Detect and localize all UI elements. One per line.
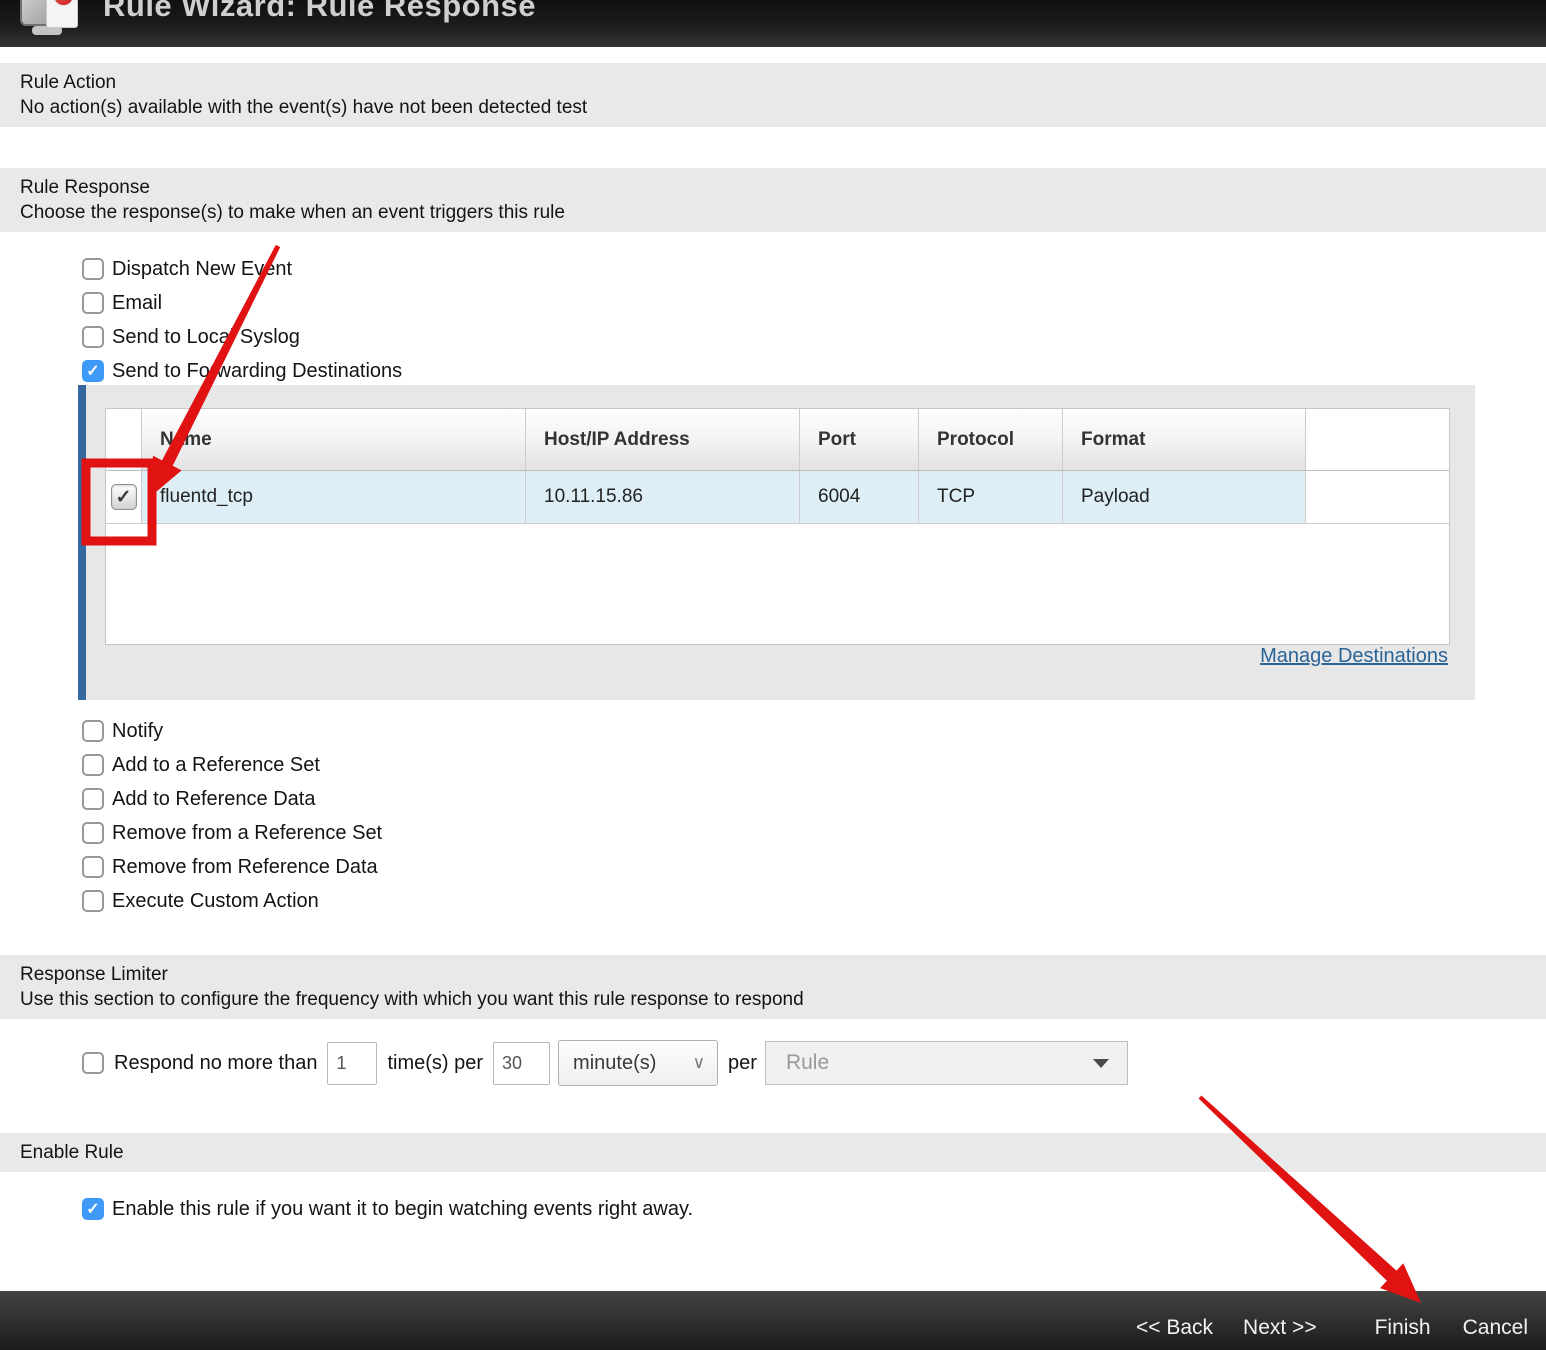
- dropdown-arrow-icon: [1093, 1059, 1109, 1068]
- times-per-label: time(s) per: [387, 1052, 483, 1075]
- section-enable-rule: Enable Rule: [0, 1133, 1546, 1172]
- notify-checkbox[interactable]: [82, 720, 104, 742]
- section-response-limiter: Response Limiter Use this section to con…: [0, 955, 1546, 1019]
- finish-button[interactable]: Finish: [1369, 1315, 1437, 1341]
- option-dispatch-new-event[interactable]: Dispatch New Event: [82, 252, 1546, 286]
- section-rule-action: Rule Action No action(s) available with …: [0, 63, 1546, 127]
- option-add-reference-set[interactable]: Add to a Reference Set: [82, 748, 1546, 782]
- rule-response-subtitle: Choose the response(s) to make when an e…: [20, 200, 1526, 225]
- interval-unit-select[interactable]: minute(s) ∨: [558, 1040, 718, 1086]
- option-remove-reference-set[interactable]: Remove from a Reference Set: [82, 816, 1546, 850]
- response-limiter-subtitle: Use this section to configure the freque…: [20, 987, 1526, 1012]
- manage-destinations-link[interactable]: Manage Destinations: [1260, 645, 1448, 668]
- email-checkbox[interactable]: [82, 292, 104, 314]
- header-format: Format: [1063, 409, 1306, 470]
- send-local-syslog-checkbox[interactable]: [82, 326, 104, 348]
- rule-wizard-page: Rule Wizard: Rule Response Rule Action N…: [0, 0, 1546, 1350]
- rule-action-title: Rule Action: [20, 70, 1526, 95]
- dispatch-new-event-checkbox[interactable]: [82, 258, 104, 280]
- back-button[interactable]: << Back: [1130, 1315, 1219, 1341]
- response-limiter-title: Response Limiter: [20, 962, 1526, 987]
- option-remove-reference-data[interactable]: Remove from Reference Data: [82, 850, 1546, 884]
- times-input[interactable]: [327, 1042, 377, 1085]
- footer-buttons: << Back Next >> Finish Cancel: [1130, 1315, 1546, 1341]
- cell-format: Payload: [1063, 471, 1306, 523]
- option-add-reference-data[interactable]: Add to Reference Data: [82, 782, 1546, 816]
- option-label: Send to Forwarding Destinations: [112, 360, 402, 383]
- rule-response-title: Rule Response: [20, 175, 1526, 200]
- option-execute-custom-action[interactable]: Execute Custom Action: [82, 884, 1546, 918]
- check-icon: ✓: [86, 1199, 99, 1219]
- forwarding-destinations-table: Name Host/IP Address Port Protocol Forma…: [105, 408, 1450, 645]
- option-label: Add to a Reference Set: [112, 754, 320, 777]
- header-spacer: [1306, 409, 1449, 470]
- interval-input[interactable]: [493, 1042, 550, 1085]
- chevron-down-icon: ∨: [693, 1053, 705, 1073]
- respond-limit-checkbox[interactable]: [82, 1052, 104, 1074]
- remove-reference-data-checkbox[interactable]: [82, 856, 104, 878]
- next-button[interactable]: Next >>: [1237, 1315, 1323, 1341]
- add-reference-data-checkbox[interactable]: [82, 788, 104, 810]
- page-title: Rule Wizard: Rule Response: [103, 0, 1546, 24]
- cell-protocol: TCP: [919, 471, 1063, 523]
- table-row[interactable]: ✓ fluentd_tcp 10.11.15.86 6004 TCP Paylo…: [106, 471, 1449, 524]
- option-send-local-syslog[interactable]: Send to Local Syslog: [82, 320, 1546, 354]
- option-label: Add to Reference Data: [112, 788, 315, 811]
- header-name: Name: [142, 409, 526, 470]
- respond-label: Respond no more than: [114, 1052, 317, 1075]
- option-notify[interactable]: Notify: [82, 714, 1546, 748]
- enable-rule-title: Enable Rule: [20, 1140, 1526, 1165]
- per-label: per: [728, 1052, 757, 1075]
- option-label: Send to Local Syslog: [112, 326, 300, 349]
- forwarding-destinations-panel: Name Host/IP Address Port Protocol Forma…: [78, 385, 1475, 700]
- header-checkbox-column: [106, 409, 142, 470]
- rule-wizard-icon: [20, 0, 98, 47]
- section-rule-response: Rule Response Choose the response(s) to …: [0, 168, 1546, 232]
- option-label: Execute Custom Action: [112, 890, 319, 913]
- execute-custom-action-checkbox[interactable]: [82, 890, 104, 912]
- cell-name: fluentd_tcp: [142, 471, 526, 523]
- enable-rule-row[interactable]: ✓ Enable this rule if you want it to beg…: [82, 1194, 1546, 1224]
- table-header-row: Name Host/IP Address Port Protocol Forma…: [106, 409, 1449, 471]
- option-label: Remove from a Reference Set: [112, 822, 382, 845]
- remove-reference-set-checkbox[interactable]: [82, 822, 104, 844]
- check-icon: ✓: [86, 361, 99, 381]
- row-checkbox-cell: ✓: [106, 471, 142, 523]
- option-send-forwarding-destinations[interactable]: ✓ Send to Forwarding Destinations: [82, 354, 1546, 388]
- interval-unit-value: minute(s): [573, 1052, 656, 1075]
- cell-port: 6004: [800, 471, 919, 523]
- send-forwarding-destinations-checkbox[interactable]: ✓: [82, 360, 104, 382]
- cancel-button[interactable]: Cancel: [1457, 1315, 1534, 1341]
- enable-rule-label: Enable this rule if you want it to begin…: [112, 1198, 693, 1221]
- scope-select[interactable]: Rule: [765, 1041, 1128, 1085]
- footer-bar: << Back Next >> Finish Cancel: [0, 1291, 1546, 1350]
- option-label: Remove from Reference Data: [112, 856, 378, 879]
- destination-row-checkbox[interactable]: ✓: [111, 484, 137, 510]
- panel-accent-stripe: [78, 385, 86, 700]
- header-port: Port: [800, 409, 919, 470]
- cell-host: 10.11.15.86: [526, 471, 800, 523]
- title-bar: Rule Wizard: Rule Response: [0, 0, 1546, 47]
- enable-rule-checkbox[interactable]: ✓: [82, 1198, 104, 1220]
- response-limiter-controls: Respond no more than time(s) per minute(…: [82, 1040, 1546, 1086]
- option-label: Email: [112, 292, 162, 315]
- add-reference-set-checkbox[interactable]: [82, 754, 104, 776]
- option-email[interactable]: Email: [82, 286, 1546, 320]
- response-options-top: Dispatch New Event Email Send to Local S…: [82, 252, 1546, 388]
- option-label: Notify: [112, 720, 163, 743]
- header-protocol: Protocol: [919, 409, 1063, 470]
- check-icon: ✓: [116, 486, 132, 509]
- response-options-bottom: Notify Add to a Reference Set Add to Ref…: [82, 714, 1546, 918]
- cell-spacer: [1306, 471, 1449, 523]
- header-host: Host/IP Address: [526, 409, 800, 470]
- scope-value: Rule: [786, 1051, 829, 1075]
- rule-action-subtitle: No action(s) available with the event(s)…: [20, 95, 1526, 120]
- option-label: Dispatch New Event: [112, 258, 292, 281]
